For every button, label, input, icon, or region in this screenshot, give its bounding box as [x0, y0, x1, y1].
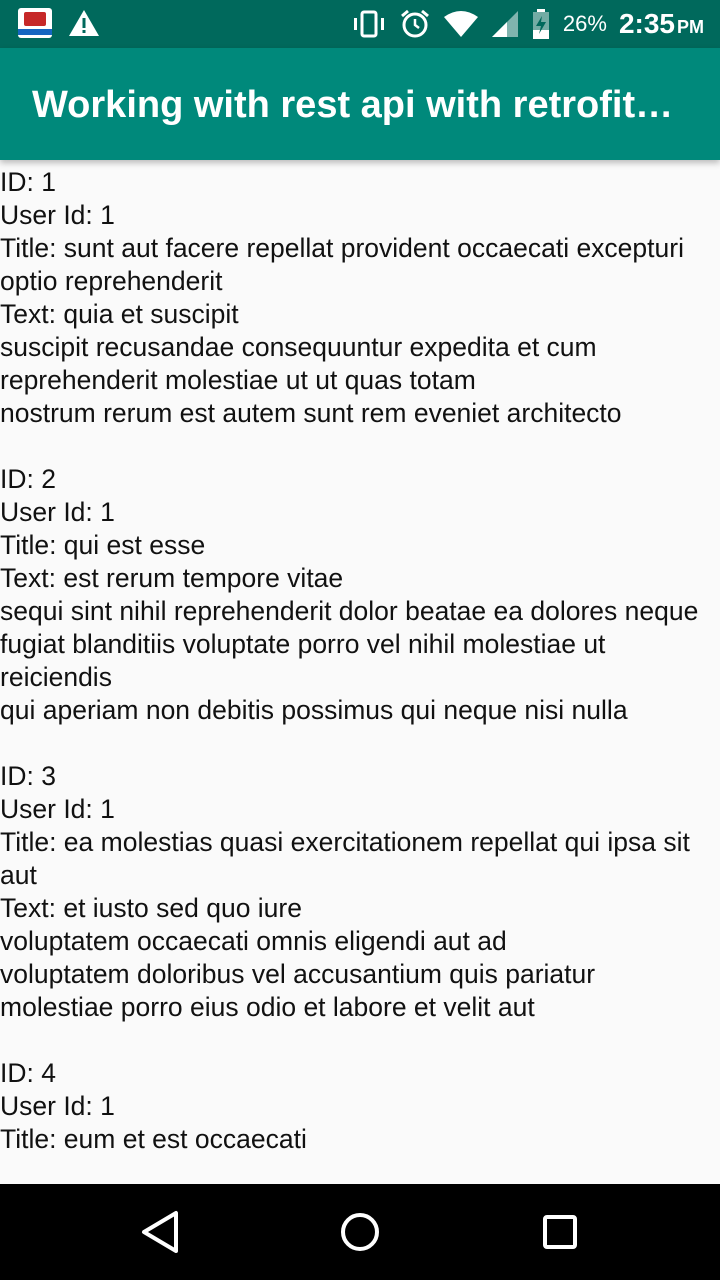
post-user-id: User Id: 1: [0, 200, 115, 230]
post-text-line: voluptatem doloribus vel accusantium qui…: [0, 959, 596, 989]
post-title: Title: qui est esse: [0, 530, 206, 560]
post-user-id: User Id: 1: [0, 1091, 115, 1121]
status-bar-right: 26% 2:35 PM: [351, 0, 704, 48]
post-text-line: Text: et iusto sed quo iure: [0, 893, 302, 923]
post-text-line: fugiat blanditiis voluptate porro vel ni…: [0, 629, 606, 692]
post-title: Title: ea molestias quasi exercitationem…: [0, 827, 690, 890]
navigation-bar: [0, 1184, 720, 1280]
post-item: ID: 1 User Id: 1 Title: sunt aut facere …: [0, 166, 720, 430]
post-title: Title: sunt aut facere repellat providen…: [0, 233, 684, 296]
post-text-line: suscipit recusandae consequuntur expedit…: [0, 332, 597, 395]
post-text-line: sequi sint nihil reprehenderit dolor bea…: [0, 596, 699, 626]
app-title: Working with rest api with retrofit…: [32, 84, 674, 126]
battery-charging-icon: [532, 9, 549, 39]
recents-icon: [543, 1215, 577, 1249]
alarm-icon: [400, 9, 429, 38]
clock-ampm: PM: [677, 17, 704, 37]
wifi-icon: [443, 11, 478, 37]
posts-text: ID: 1 User Id: 1 Title: sunt aut facere …: [0, 166, 720, 1156]
post-id: ID: 4: [0, 1058, 56, 1088]
app-notification-icon: [18, 8, 52, 38]
post-title: Title: eum et est occaecati: [0, 1124, 307, 1154]
back-icon: [142, 1211, 178, 1253]
clock: 2:35 PM: [619, 8, 704, 40]
recents-button[interactable]: [536, 1208, 584, 1256]
home-button[interactable]: [336, 1208, 384, 1256]
post-id: ID: 1: [0, 167, 56, 197]
status-bar-left: [18, 8, 100, 38]
vibrate-icon: [353, 10, 384, 38]
battery-percentage: 26%: [562, 11, 607, 36]
post-user-id: User Id: 1: [0, 794, 115, 824]
posts-scroll-view[interactable]: ID: 1 User Id: 1 Title: sunt aut facere …: [0, 166, 720, 1184]
app-bar: Working with rest api with retrofit…: [0, 48, 720, 160]
status-bar: 26% 2:35 PM: [0, 0, 720, 48]
post-id: ID: 3: [0, 761, 56, 791]
home-icon: [341, 1213, 379, 1251]
post-text-line: qui aperiam non debitis possimus qui neq…: [0, 695, 628, 725]
post-text-line: Text: quia et suscipit: [0, 299, 239, 329]
post-text-line: voluptatem occaecati omnis eligendi aut …: [0, 926, 507, 956]
post-item: ID: 3 User Id: 1 Title: ea molestias qua…: [0, 760, 720, 1024]
back-button[interactable]: [136, 1208, 184, 1256]
post-item: ID: 2 User Id: 1 Title: qui est esse Tex…: [0, 463, 720, 727]
post-user-id: User Id: 1: [0, 497, 115, 527]
post-item: ID: 4 User Id: 1 Title: eum et est occae…: [0, 1057, 720, 1156]
warning-icon: [69, 10, 99, 36]
post-text-line: Text: est rerum tempore vitae: [0, 563, 344, 593]
post-text-line: molestiae porro eius odio et labore et v…: [0, 992, 535, 1022]
clock-time: 2:35: [618, 8, 675, 39]
cell-signal-icon: [491, 11, 518, 37]
post-text-line: nostrum rerum est autem sunt rem eveniet…: [0, 398, 622, 428]
post-id: ID: 2: [0, 464, 56, 494]
